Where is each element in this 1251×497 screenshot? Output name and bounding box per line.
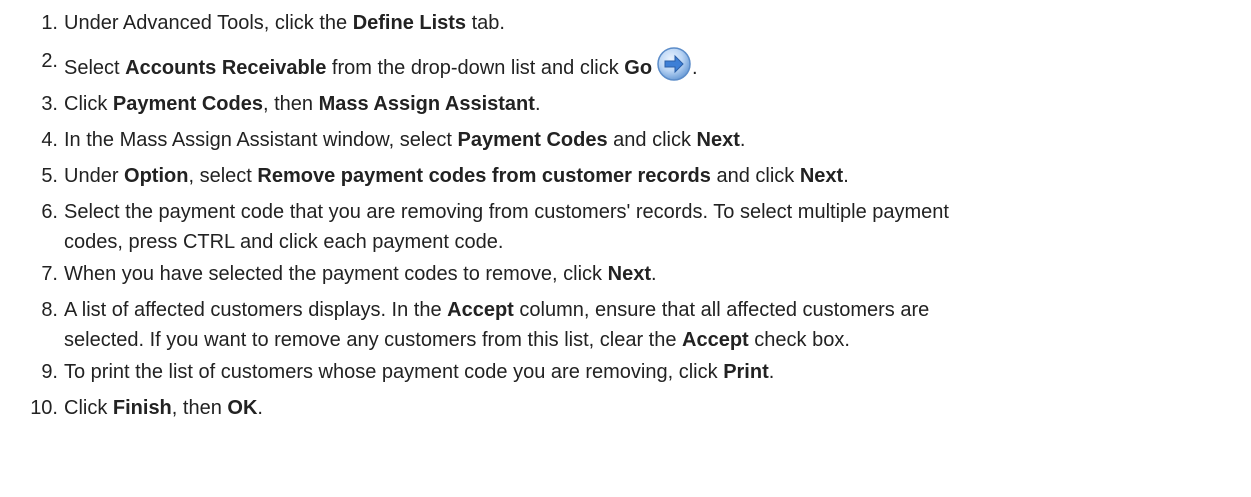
step-number: 3. <box>41 93 58 115</box>
ui-term: Accounts Receivable <box>125 57 327 79</box>
step-number: 6. <box>41 201 58 223</box>
ui-term: Accept <box>682 329 749 351</box>
step-number: 8. <box>41 299 58 321</box>
step-text: . <box>257 397 263 419</box>
step-text: . <box>843 165 849 187</box>
step-text: and click <box>607 129 697 151</box>
step-text: and click <box>710 165 800 187</box>
ui-term: Go <box>624 57 653 79</box>
step-text: selected. If you want to remove any cust… <box>64 329 683 351</box>
ui-term: OK <box>227 397 258 419</box>
step-text: Click <box>64 397 113 419</box>
step-8: 8. A list of affected customers displays… <box>0 295 1251 355</box>
step-text: Select <box>64 57 126 79</box>
step-7: 7. When you have selected the payment co… <box>0 259 1251 289</box>
ui-term: Print <box>723 361 769 383</box>
step-text: column, ensure that all affected custome… <box>513 299 930 321</box>
step-number: 4. <box>41 129 58 151</box>
step-number: 7. <box>41 263 58 285</box>
step-text: A list of affected customers displays. I… <box>64 299 448 321</box>
step-9: 9. To print the list of customers whose … <box>0 357 1251 387</box>
step-text: Click <box>64 93 113 115</box>
ui-term: Next <box>696 129 740 151</box>
step-text: . <box>692 57 698 79</box>
step-text: check box. <box>748 329 850 351</box>
ui-term: Mass Assign Assistant <box>318 93 535 115</box>
step-text: . <box>650 263 657 285</box>
ui-term: Payment Codes <box>457 129 608 151</box>
step-number: 2. <box>41 50 58 72</box>
step-text: To print the list of customers whose pay… <box>64 361 724 383</box>
step-3: 3. Click Payment Codes, then Mass Assign… <box>0 89 1251 119</box>
help-document: 1. Under Advanced Tools, click the Defin… <box>0 0 1251 497</box>
step-text: , then <box>262 93 319 115</box>
ui-term: Remove payment codes from customer recor… <box>257 165 711 187</box>
go-arrow-icon <box>656 46 692 82</box>
step-4: 4. In the Mass Assign Assistant window, … <box>0 125 1251 155</box>
ui-term: Next <box>799 165 844 187</box>
step-number: 9. <box>41 361 58 383</box>
instruction-steps: 1. Under Advanced Tools, click the Defin… <box>0 8 1251 429</box>
step-text: tab. <box>466 12 505 34</box>
step-text: codes, press CTRL and click each payment… <box>64 231 504 253</box>
ui-term: Accept <box>447 299 514 321</box>
step-text: from the drop-down list and click <box>326 57 625 79</box>
ui-term: Payment Codes <box>112 93 263 115</box>
step-text: Select the payment code that you are rem… <box>64 201 949 223</box>
ui-term: Define Lists <box>352 12 467 34</box>
step-text: . <box>768 361 775 383</box>
step-text: Under <box>64 165 125 187</box>
step-text: . <box>739 129 746 151</box>
step-text: . <box>534 93 541 115</box>
step-6: 6. Select the payment code that you are … <box>0 197 1251 257</box>
ui-term: Option <box>124 165 189 187</box>
step-number: 1. <box>41 12 58 34</box>
ui-term: Next <box>607 263 651 285</box>
step-1: 1. Under Advanced Tools, click the Defin… <box>0 8 1251 38</box>
step-text: In the Mass Assign Assistant window, sel… <box>64 129 458 151</box>
step-10: 10. Click Finish, then OK. <box>0 393 1251 423</box>
step-number: 10. <box>30 397 58 419</box>
step-number: 5. <box>41 165 58 187</box>
step-2: 2. Select Accounts Receivable from the d… <box>0 46 1251 83</box>
step-5: 5. Under Option, select Remove payment c… <box>0 161 1251 191</box>
step-text: When you have selected the payment codes… <box>64 263 608 285</box>
ui-term: Finish <box>112 397 172 419</box>
step-text: , select <box>188 165 258 187</box>
step-text: Under Advanced Tools, click the <box>64 12 353 34</box>
step-text: , then <box>171 397 228 419</box>
